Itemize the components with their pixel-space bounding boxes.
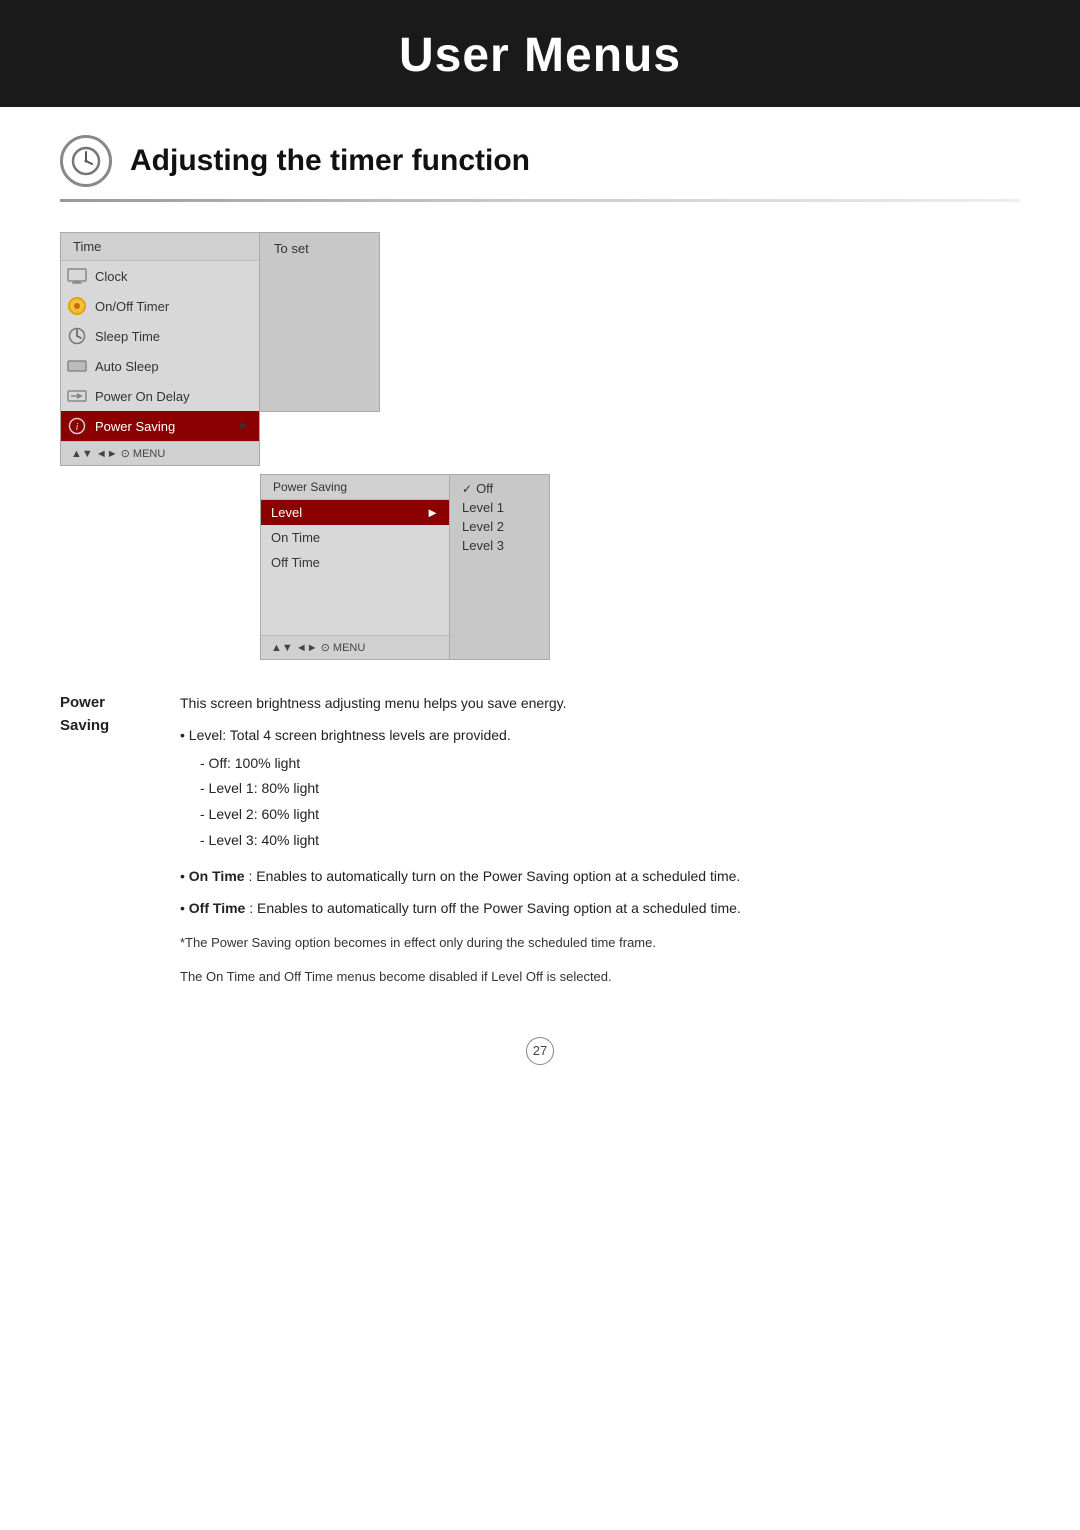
menu1-nav-text: ▲▼ ◄► ⊙ MENU <box>71 447 165 460</box>
menu2-level-arrow: ► <box>426 505 439 520</box>
off-time-bold: Off Time <box>189 900 246 916</box>
on-time-bold: On Time <box>189 868 245 884</box>
desc-label-line2: Saving <box>60 717 109 734</box>
option-level1-label: Level 1 <box>462 500 504 515</box>
menu1-nav: ▲▼ ◄► ⊙ MENU <box>61 441 259 465</box>
desc-off: - Off: 100% light <box>200 752 741 776</box>
menu2-item-on-time[interactable]: On Time <box>261 525 449 550</box>
section-title: Adjusting the timer function <box>130 144 530 178</box>
desc-bullet-level: • Level: Total 4 screen brightness level… <box>180 724 741 748</box>
menu2-option-level1: Level 1 <box>462 500 537 515</box>
menu1-items: Clock On/Off Timer Sleep Time <box>61 261 259 441</box>
menu2-wrap: Power Saving Level ► On Time Off Time ▲▼… <box>260 474 550 660</box>
desc-level1: - Level 1: 80% light <box>200 777 741 801</box>
menus-area: Time Clock On/Off Timer <box>0 232 1080 660</box>
menu1-item-clock[interactable]: Clock <box>61 261 259 291</box>
menu1-title: Time <box>61 233 259 261</box>
menu1-item-sleep-time[interactable]: Sleep Time <box>61 321 259 351</box>
menu1-container: Time Clock On/Off Timer <box>60 232 380 466</box>
menu1-item-power-saving[interactable]: i Power Saving ► <box>61 411 259 441</box>
menu1-right-panel: To set <box>260 232 380 412</box>
page-number-area: 27 <box>0 1037 1080 1065</box>
menu2-option-off: ✓ Off <box>462 481 537 496</box>
checkmark-off: ✓ <box>462 482 472 496</box>
menu2-row: Power Saving Level ► On Time Off Time ▲▼… <box>260 474 550 660</box>
menu2-item-level[interactable]: Level ► <box>261 500 449 525</box>
auto-sleep-icon <box>67 356 87 376</box>
menu2-option-level3: Level 3 <box>462 538 537 553</box>
menu2-title: Power Saving <box>261 475 449 500</box>
monitor-icon <box>67 266 87 286</box>
svg-text:i: i <box>75 421 78 433</box>
desc-level3: - Level 3: 40% light <box>200 829 741 853</box>
menu1-right-text: To set <box>274 241 309 256</box>
power-on-delay-icon <box>67 386 87 406</box>
desc-intro: This screen brightness adjusting menu he… <box>180 692 741 716</box>
desc-note1: *The Power Saving option becomes in effe… <box>180 932 741 954</box>
menu2-option-level2: Level 2 <box>462 519 537 534</box>
menu2-nav-text: ▲▼ ◄► ⊙ MENU <box>271 642 365 654</box>
sleep-clock-icon <box>67 326 87 346</box>
option-level2-label: Level 2 <box>462 519 504 534</box>
menu2-nav: ▲▼ ◄► ⊙ MENU <box>261 635 449 659</box>
clock-svg <box>70 145 102 177</box>
option-off-label: Off <box>476 481 493 496</box>
page-number: 27 <box>526 1037 554 1065</box>
option-level3-label: Level 3 <box>462 538 504 553</box>
desc-label: Power Saving <box>60 692 150 997</box>
desc-label-line1: Power <box>60 694 105 711</box>
header-bar: User Menus <box>0 0 1080 107</box>
menu1-power-saving-arrow: ► <box>238 420 249 432</box>
menu1-item-auto-sleep[interactable]: Auto Sleep <box>61 351 259 381</box>
desc-note2: The On Time and Off Time menus become di… <box>180 966 741 988</box>
desc-level2: - Level 2: 60% light <box>200 803 741 827</box>
menu1-box: Time Clock On/Off Timer <box>60 232 260 466</box>
info-icon: i <box>67 416 87 436</box>
description-area: Power Saving This screen brightness adju… <box>60 692 1020 997</box>
menu2-box: Power Saving Level ► On Time Off Time ▲▼… <box>260 474 450 660</box>
menu2-on-time-label: On Time <box>271 530 320 545</box>
desc-content: This screen brightness adjusting menu he… <box>180 692 741 997</box>
menu2-right-panel: ✓ Off Level 1 Level 2 Level 3 <box>450 474 550 660</box>
menu1-item-onoff-timer[interactable]: On/Off Timer <box>61 291 259 321</box>
menu2-off-time-label: Off Time <box>271 555 320 570</box>
desc-on-time: • On Time : Enables to automatically tur… <box>180 865 741 889</box>
menu1-power-saving-label: Power Saving <box>95 419 175 434</box>
page-title: User Menus <box>0 28 1080 83</box>
clock-section-icon <box>60 135 112 187</box>
menu1-clock-label: Clock <box>95 269 128 284</box>
circle-dot-icon <box>67 296 87 316</box>
menu1-sleep-label: Sleep Time <box>95 329 160 344</box>
desc-off-time: • Off Time : Enables to automatically tu… <box>180 897 741 921</box>
section-title-row: Adjusting the timer function <box>0 107 1080 187</box>
menu1-power-on-delay-label: Power On Delay <box>95 389 190 404</box>
menu2-level-label: Level <box>271 505 302 520</box>
menu1-item-power-on-delay[interactable]: Power On Delay <box>61 381 259 411</box>
menu1-auto-sleep-label: Auto Sleep <box>95 359 159 374</box>
section-divider <box>60 199 1020 202</box>
menu1-onoff-label: On/Off Timer <box>95 299 169 314</box>
menu2-item-off-time[interactable]: Off Time <box>261 550 449 575</box>
